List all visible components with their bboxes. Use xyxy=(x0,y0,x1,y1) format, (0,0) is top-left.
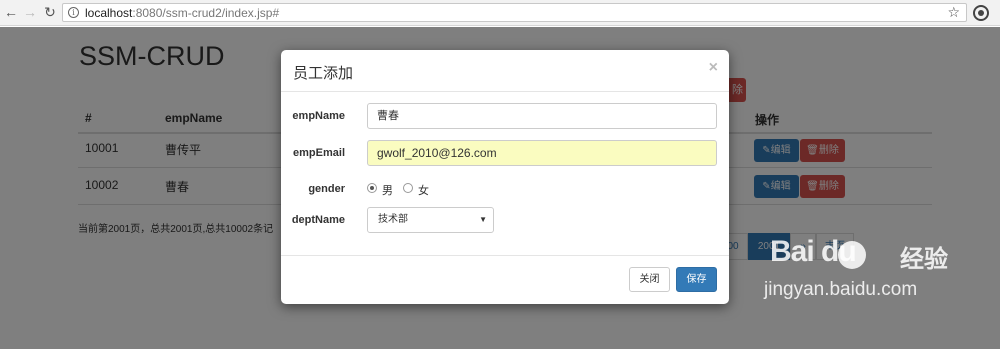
url-text: localhost:8080/ssm-crud2/index.jsp# xyxy=(85,6,279,20)
url-host: localhost xyxy=(85,6,133,20)
close-icon[interactable]: × xyxy=(709,59,718,77)
empname-label: empName xyxy=(292,110,345,122)
paw-icon xyxy=(838,241,866,269)
url-path: :8080/ssm-crud2/index.jsp# xyxy=(132,6,280,20)
empemail-label: empEmail xyxy=(293,147,345,159)
reload-icon[interactable]: ↻ xyxy=(42,4,58,20)
address-bar[interactable]: i localhost:8080/ssm-crud2/index.jsp# ☆ xyxy=(62,3,967,22)
gender-label: gender xyxy=(308,183,345,195)
modal-title: 员工添加 xyxy=(293,65,354,82)
deptname-select[interactable]: 技术部 ▼ xyxy=(367,207,494,233)
forward-arrow-icon[interactable]: → xyxy=(22,4,38,20)
extension-icon[interactable] xyxy=(973,5,989,21)
bookmark-star-icon[interactable]: ☆ xyxy=(947,4,960,21)
watermark-url: jingyan.baidu.com xyxy=(764,279,918,300)
deptname-label: deptName xyxy=(291,214,345,226)
modal-header-divider xyxy=(281,91,729,92)
close-button[interactable]: 关闭 xyxy=(629,267,670,292)
deptname-selected: 技术部 xyxy=(378,214,408,225)
browser-toolbar: ← → ↻ i localhost:8080/ssm-crud2/index.j… xyxy=(0,0,1000,26)
empname-input[interactable]: 曹春 xyxy=(367,103,717,129)
info-icon[interactable]: i xyxy=(68,7,79,18)
gender-male-label: 男 xyxy=(382,185,393,197)
add-employee-modal: 员工添加 × empName 曹春 empEmail gwolf_2010@12… xyxy=(281,50,729,304)
back-arrow-icon[interactable]: ← xyxy=(3,4,19,20)
save-button[interactable]: 保存 xyxy=(676,267,717,292)
chevron-down-icon: ▼ xyxy=(479,215,487,224)
gender-female-radio[interactable] xyxy=(403,183,413,193)
modal-footer-divider xyxy=(281,255,729,256)
watermark-cn: 经验 xyxy=(900,246,948,273)
baidu-jingyan-watermark: Bai du 经验 jingyan.baidu.com xyxy=(760,235,990,335)
gender-female-label: 女 xyxy=(418,185,429,197)
gender-male-radio[interactable] xyxy=(367,183,377,193)
empemail-input[interactable]: gwolf_2010@126.com xyxy=(367,140,717,166)
